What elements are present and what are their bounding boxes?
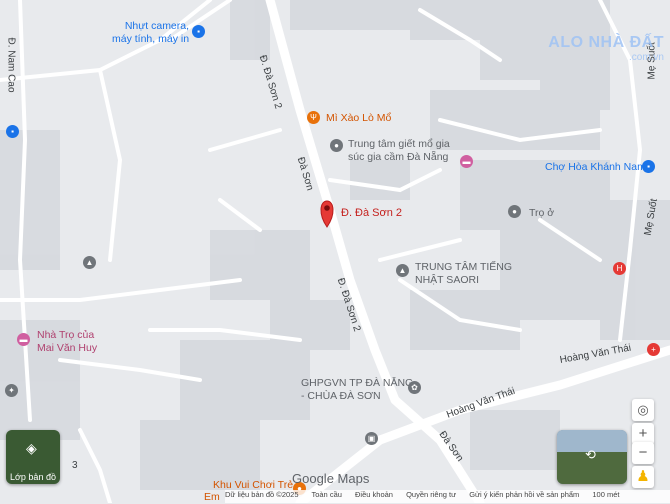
zoom-out-button[interactable]: − — [632, 442, 654, 464]
school-icon-2[interactable]: ▲ — [83, 256, 96, 269]
poi-camera-label[interactable]: Nhựt camera, máy tính, máy in — [112, 20, 189, 46]
layers-button[interactable]: ◈ Lớp bản đồ — [6, 430, 60, 484]
poi-mi-xao-label[interactable]: Mì Xào Lò Mổ — [326, 112, 391, 125]
scale-label: 100 mét — [592, 490, 620, 499]
shop-icon[interactable]: ▪ — [192, 25, 205, 38]
map-data-credit: Dữ liệu bản đồ ©2025 — [225, 490, 299, 499]
hospital-icon[interactable]: H — [613, 262, 626, 275]
map-canvas[interactable] — [0, 0, 670, 503]
terms-link[interactable]: Điều khoản — [355, 490, 393, 499]
google-maps-logo: Google Maps — [292, 471, 370, 486]
pegman-icon[interactable]: ♟ — [632, 466, 654, 488]
worship-icon-2[interactable]: ✦ — [5, 384, 18, 397]
poi-em-label: Em — [204, 491, 220, 503]
feedback-link[interactable]: Gửi ý kiến phản hồi về sản phẩm — [469, 490, 579, 499]
poi-cho-label[interactable]: Chợ Hòa Khánh Nam — [545, 161, 646, 174]
restaurant-icon[interactable]: Ψ — [307, 111, 320, 124]
bus-stop-icon[interactable]: ▣ — [365, 432, 378, 445]
market-icon[interactable]: ▪ — [642, 160, 655, 173]
layers-label: Lớp bản đồ — [10, 472, 56, 482]
transit-icon[interactable]: + — [647, 343, 660, 356]
global-link[interactable]: Toàn cầu — [311, 490, 341, 499]
temple-icon[interactable]: ✿ — [408, 381, 421, 394]
poi-ghpgvn-label[interactable]: GHPGVN TP ĐÀ NẴNG - CHÙA ĐÀ SƠN — [301, 377, 413, 403]
place-icon-2[interactable]: ● — [508, 205, 521, 218]
poi-nha-tro-label[interactable]: Nhà Trọ của Mai Văn Huy — [37, 329, 97, 355]
poi-tt-tieng-label[interactable]: TRUNG TÂM TIẾNG NHẬT SAORI — [415, 261, 512, 287]
layers-icon: ◈ — [26, 440, 37, 456]
shop-icon-2[interactable]: ▪ — [6, 125, 19, 138]
lodging-icon-2[interactable]: ▬ — [17, 333, 30, 346]
road-label-3: 3 — [72, 460, 78, 471]
alonhadat-watermark: ALO NHÀ ĐẤT .com.vn — [548, 34, 664, 63]
selected-place-label[interactable]: Đ. Đà Sơn 2 — [341, 207, 402, 220]
map-footer: Dữ liệu bản đồ ©2025 Toàn cầu Điều khoản… — [225, 490, 670, 503]
lodging-icon[interactable]: ▬ — [460, 155, 473, 168]
poi-tt-giet-mo-label[interactable]: Trung tâm giết mổ gia súc gia cầm Đà Nẵn… — [348, 138, 450, 164]
road-label-nam-cao: Đ. Nam Cao — [5, 37, 17, 93]
my-location-button[interactable]: ◎ — [632, 399, 654, 421]
rotate-icon: ⟲ — [585, 447, 596, 462]
place-icon[interactable]: ● — [330, 139, 343, 152]
poi-tro-o-label[interactable]: Trọ ở — [529, 207, 554, 220]
school-icon[interactable]: ▲ — [396, 264, 409, 277]
street-view-thumbnail[interactable]: ⟲ — [557, 430, 627, 484]
privacy-link[interactable]: Quyền riêng tư — [406, 490, 456, 499]
